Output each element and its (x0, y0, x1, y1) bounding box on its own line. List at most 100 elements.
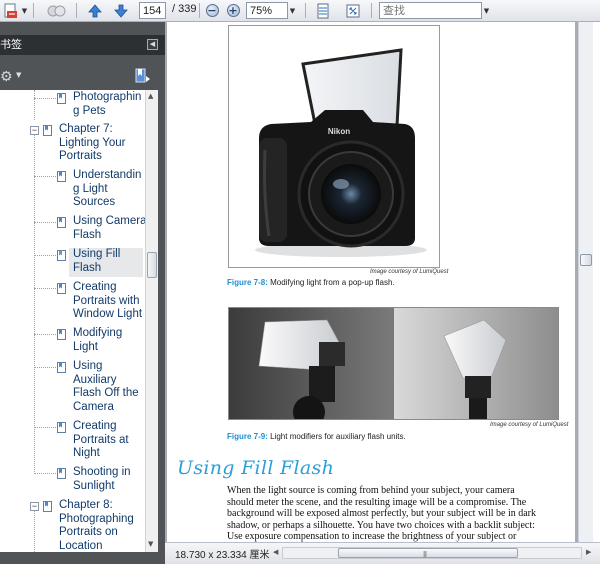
scroll-up-icon[interactable]: ▲ (148, 92, 153, 100)
tree-connector (34, 427, 56, 428)
collapse-panel-icon[interactable]: ◀ (147, 39, 158, 50)
figure-7-8-number: Figure 7-8: (227, 278, 268, 287)
bookmark-item[interactable]: Using Fill Flash (0, 247, 145, 277)
create-dropdown-icon[interactable]: ▼ (20, 2, 29, 19)
tree-connector (34, 510, 35, 552)
horizontal-scroll-thumb[interactable]: ||| (338, 548, 518, 558)
bookmark-item[interactable]: Shooting in Sunlight (0, 465, 145, 495)
bookmark-label: Modifying Light (73, 327, 123, 353)
bookmark-label: Photographin g Pets (73, 91, 142, 117)
bookmark-item[interactable]: Creating Portraits at Night (0, 419, 145, 463)
bookmarks-scroll-thumb[interactable] (147, 252, 157, 278)
bookmark-label: Understandin g Light Sources (73, 169, 142, 209)
toolbar-divider (371, 3, 372, 18)
bookmarks-panel-header: 书签 ◀ (0, 35, 165, 55)
options-dropdown-icon[interactable]: ▼ (16, 71, 21, 79)
bookmark-icon (57, 217, 66, 228)
bookmark-item[interactable]: Modifying Light (0, 326, 145, 356)
tree-connector (34, 334, 56, 335)
toolbar-divider (199, 3, 200, 18)
bookmark-icon (57, 283, 66, 294)
body-text-line: shadow, or perhaps a silhouette. You hav… (227, 519, 535, 531)
figure-7-9-number: Figure 7-9: (227, 432, 268, 441)
tree-connector (34, 90, 35, 120)
bookmark-chapter[interactable]: − Chapter 8: Photographing Portraits on L… (0, 498, 145, 552)
document-vertical-scrollbar[interactable] (578, 22, 593, 542)
camera-brand-label: Nikon (328, 127, 350, 136)
figure-7-9-caption: Figure 7-9: Light modifiers for auxiliar… (227, 432, 406, 441)
window-edge (593, 22, 600, 542)
document-horizontal-scrollbar[interactable]: ||| (282, 547, 582, 559)
create-pdf-icon[interactable] (2, 2, 20, 19)
bookmark-label: Using Auxiliary Flash Off the Camera (73, 360, 139, 414)
bookmark-icon (57, 362, 66, 373)
bookmarks-scrollbar[interactable]: ▲ ▼ (145, 90, 158, 552)
tree-connector (34, 98, 56, 99)
bookmark-label: Using Camera Flash (73, 215, 147, 241)
figure-7-8-caption-text: Modifying light from a pop-up flash. (267, 278, 395, 287)
previous-page-icon[interactable] (86, 2, 104, 19)
bookmark-icon (43, 125, 52, 136)
toolbar-divider (76, 3, 77, 18)
scroll-right-icon[interactable]: ▶ (586, 548, 591, 556)
bookmark-item[interactable]: Understandin g Light Sources (0, 168, 145, 212)
bookmark-chapter[interactable]: − Chapter 7: Lighting Your Portraits (0, 122, 145, 166)
toolbar: ▼ / 339 − + ▼ ▼ (0, 0, 600, 22)
bookmark-icon (57, 250, 66, 261)
zoom-in-icon[interactable]: + (226, 2, 240, 19)
figure-7-8-caption: Figure 7-8: Modifying light from a pop-u… (227, 278, 395, 287)
body-text-line: background will be exposed almost perfec… (227, 508, 536, 519)
body-text-line: Use exposure compensation to increase th… (227, 531, 517, 542)
bookmark-tree: Photographin g Pets − Chapter 7: Lighting … (0, 90, 157, 552)
collaborate-icon[interactable] (45, 2, 69, 19)
bookmark-label: Shooting in Sunlight (73, 466, 131, 492)
zoom-dropdown-icon[interactable]: ▼ (288, 2, 297, 19)
options-gear-icon[interactable]: ⚙ (0, 69, 13, 85)
bookmark-icon (57, 329, 66, 340)
section-heading: Using Fill Flash (177, 457, 335, 479)
document-viewport: Nikon Image courtesy of LumiQuest Figure… (165, 22, 600, 542)
bookmarks-panel: 书签 ◀ ⚙ ▼ Photographin g Pets − Chapter 7: … (0, 22, 165, 564)
tree-connector (34, 176, 56, 177)
status-bar: 18.730 x 23.334 厘米 ◀ ||| ▶ (165, 542, 600, 564)
bookmark-icon (57, 468, 66, 479)
tree-connector (34, 473, 56, 474)
scroll-left-icon[interactable]: ◀ (273, 548, 278, 556)
figure-7-9-caption-text: Light modifiers for auxiliary flash unit… (267, 432, 406, 441)
toolbar-divider (305, 3, 306, 18)
zoom-out-icon[interactable]: − (205, 2, 219, 19)
body-text-line: When the light source is coming from beh… (227, 485, 515, 496)
toolbar-divider (33, 3, 34, 18)
bookmark-item[interactable]: Creating Portraits with Window Light (0, 280, 145, 324)
bookmark-icon (57, 93, 66, 104)
figure-7-8-image: Nikon (228, 25, 440, 268)
tree-connector (34, 255, 56, 256)
bookmark-label: Chapter 8: Photographing Portraits on Lo… (59, 499, 134, 552)
total-pages-label: / 339 (172, 3, 197, 15)
scroll-down-icon[interactable]: ▼ (148, 540, 153, 548)
tree-connector (34, 134, 35, 474)
bookmark-item[interactable]: Using Auxiliary Flash Off the Camera (0, 359, 145, 417)
search-input[interactable] (379, 2, 482, 19)
next-page-icon[interactable] (112, 2, 130, 19)
bookmark-item[interactable]: Using Camera Flash (0, 214, 147, 244)
search-dropdown-icon[interactable]: ▼ (482, 2, 491, 19)
bookmark-label: Creating Portraits with Window Light (73, 281, 143, 321)
bookmark-icon (57, 171, 66, 182)
page-size-label: 18.730 x 23.334 厘米 (175, 550, 270, 561)
page-number-input[interactable] (139, 2, 166, 19)
bookmarks-panel-title: 书签 (0, 38, 22, 51)
figure-7-8-credit: Image courtesy of LumiQuest (370, 269, 449, 275)
pdf-reader-window: ▼ / 339 − + ▼ ▼ 书签 ◀ (0, 0, 600, 564)
bookmark-label: Chapter 7: Lighting Your Portraits (59, 123, 126, 163)
zoom-level-input[interactable] (246, 2, 288, 19)
fit-page-icon[interactable] (344, 2, 362, 19)
bookmark-item[interactable]: Photographin g Pets (0, 90, 145, 120)
figure-7-9-image (228, 307, 559, 428)
new-bookmark-icon[interactable] (134, 68, 152, 85)
document-scroll-thumb[interactable] (580, 254, 592, 266)
tree-connector (34, 288, 56, 289)
fit-width-icon[interactable] (314, 2, 332, 19)
bookmark-icon (43, 501, 52, 512)
body-text-line: should meter the scene, and the resultin… (227, 496, 527, 508)
